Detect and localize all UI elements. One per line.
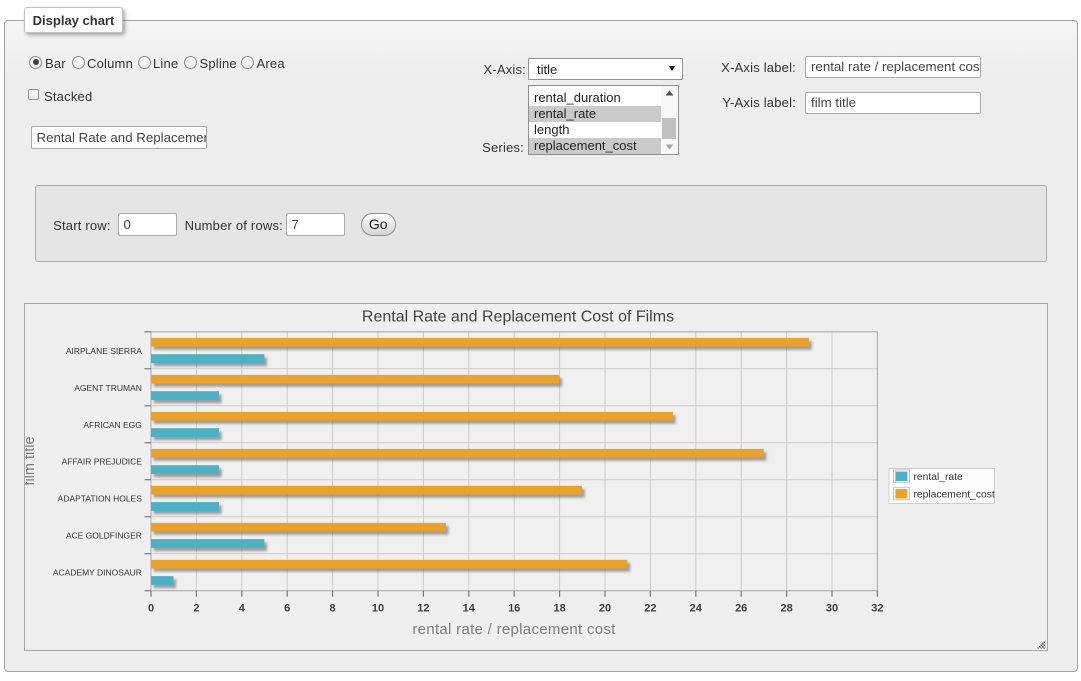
svg-text:rental rate / replacement cost: rental rate / replacement cost bbox=[412, 621, 616, 638]
svg-text:12: 12 bbox=[417, 603, 429, 615]
svg-text:14: 14 bbox=[463, 603, 476, 615]
svg-text:0: 0 bbox=[148, 603, 154, 615]
svg-text:2: 2 bbox=[193, 603, 199, 615]
svg-text:22: 22 bbox=[644, 603, 656, 615]
svg-text:film title: film title bbox=[25, 436, 38, 485]
svg-text:32: 32 bbox=[871, 603, 883, 615]
svg-text:AFFAIR PREJUDICE: AFFAIR PREJUDICE bbox=[62, 457, 143, 467]
svg-text:20: 20 bbox=[599, 603, 611, 615]
svg-text:ACE GOLDFINGER: ACE GOLDFINGER bbox=[66, 531, 142, 541]
svg-text:rental_rate: rental_rate bbox=[914, 472, 964, 483]
svg-text:ACADEMY DINOSAUR: ACADEMY DINOSAUR bbox=[53, 568, 142, 578]
svg-text:30: 30 bbox=[826, 603, 838, 615]
svg-text:6: 6 bbox=[284, 603, 290, 615]
svg-text:Rental Rate and Replacement Co: Rental Rate and Replacement Cost of Film… bbox=[362, 309, 674, 326]
svg-text:4: 4 bbox=[239, 603, 246, 615]
svg-text:ADAPTATION HOLES: ADAPTATION HOLES bbox=[58, 494, 143, 504]
svg-text:8: 8 bbox=[330, 603, 336, 615]
svg-text:AGENT TRUMAN: AGENT TRUMAN bbox=[74, 383, 142, 393]
svg-text:AIRPLANE SIERRA: AIRPLANE SIERRA bbox=[66, 346, 142, 356]
svg-text:18: 18 bbox=[553, 603, 565, 615]
svg-text:26: 26 bbox=[735, 603, 747, 615]
svg-text:28: 28 bbox=[780, 603, 792, 615]
svg-text:24: 24 bbox=[690, 603, 703, 615]
svg-text:16: 16 bbox=[508, 603, 520, 615]
svg-text:AFRICAN EGG: AFRICAN EGG bbox=[83, 420, 142, 430]
svg-text:10: 10 bbox=[372, 603, 384, 615]
svg-text:replacement_cost: replacement_cost bbox=[914, 489, 995, 500]
